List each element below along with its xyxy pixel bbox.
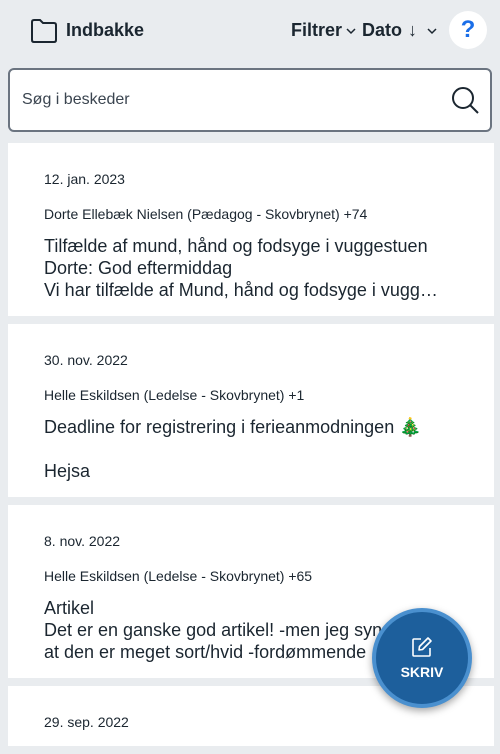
filter-label: Filtrer: [291, 20, 343, 40]
filter-button[interactable]: Filtrer: [291, 20, 356, 41]
compose-icon: [412, 637, 432, 657]
sort-direction-icon[interactable]: ↓: [408, 20, 417, 41]
search-icon[interactable]: [450, 85, 480, 115]
message-preview: Hejsa: [44, 461, 91, 481]
message-item[interactable]: 30. nov. 2022 Helle Eskildsen (Ledelse -…: [8, 324, 494, 497]
search-bar: [8, 68, 492, 132]
chevron-down-icon: [427, 27, 437, 34]
message-sender: Dorte Ellebæk Nielsen (Pædagog - Skovbry…: [44, 206, 368, 222]
message-sender: Helle Eskildsen (Ledelse - Skovbrynet) +…: [44, 387, 305, 403]
message-subject-text: Deadline for registrering i ferieanmodni…: [44, 417, 395, 437]
chevron-down-icon: [346, 27, 356, 34]
message-item[interactable]: 12. jan. 2023 Dorte Ellebæk Nielsen (Pæd…: [8, 143, 494, 316]
message-date: 8. nov. 2022: [44, 533, 121, 549]
compose-button[interactable]: SKRIV: [372, 608, 472, 708]
compose-label: SKRIV: [400, 664, 444, 680]
message-preview: Dorte: God eftermiddag: [44, 258, 233, 278]
sort-button[interactable]: Dato ↓: [362, 20, 437, 41]
sort-label: Dato: [362, 20, 402, 40]
message-date: 29. sep. 2022: [44, 714, 129, 730]
page-title: Indbakke: [66, 20, 145, 40]
message-subject: Tilfælde af mund, hånd og fodsyge i vugg…: [44, 236, 428, 256]
message-date: 30. nov. 2022: [44, 352, 128, 368]
top-bar: Indbakke Filtrer Dato ↓ ?: [0, 0, 500, 62]
message-date: 12. jan. 2023: [44, 171, 125, 187]
message-preview: Vi har tilfælde af Mund, hånd og fodsyge…: [44, 280, 438, 300]
search-input[interactable]: [22, 86, 422, 114]
message-subject: Deadline for registrering i ferieanmodni…: [44, 416, 458, 438]
message-sender: Helle Eskildsen (Ledelse - Skovbrynet) +…: [44, 568, 313, 584]
help-button[interactable]: ?: [449, 11, 487, 49]
folder-icon: [31, 19, 57, 43]
christmas-tree-icon: 🎄: [399, 417, 422, 437]
